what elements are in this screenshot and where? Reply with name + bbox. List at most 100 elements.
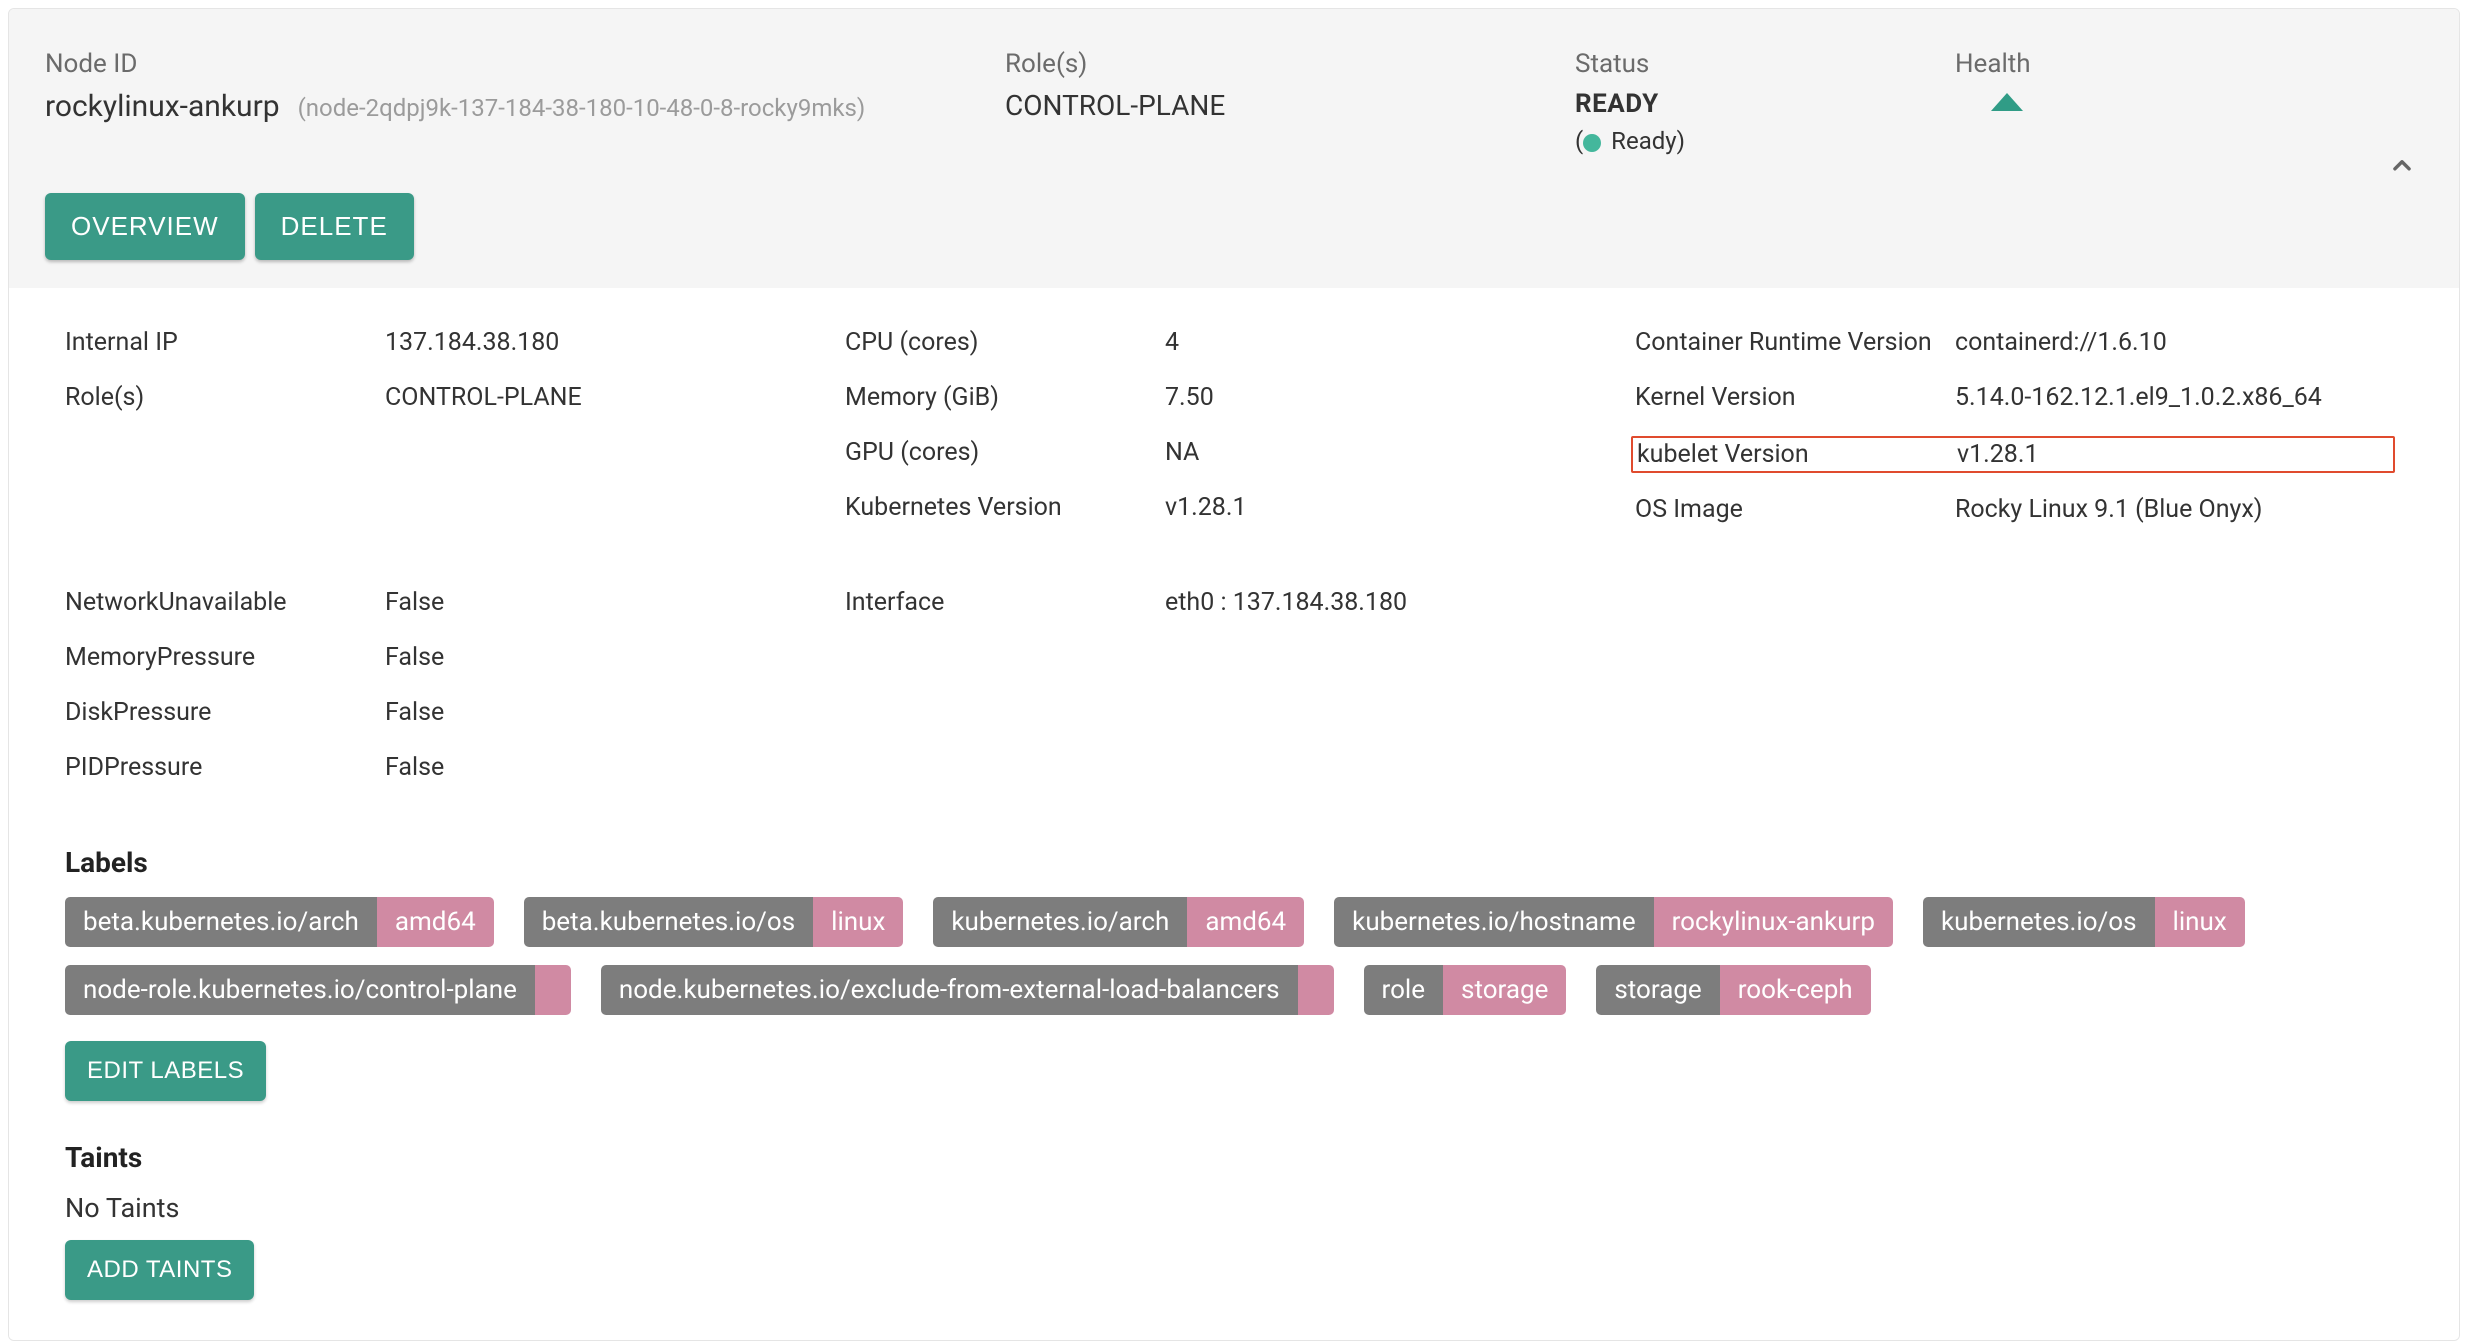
taints-title: Taints bbox=[65, 1141, 2403, 1174]
kv-row: kubelet Versionv1.28.1 bbox=[1631, 436, 2395, 473]
conditions-col-3 bbox=[1635, 588, 2395, 808]
label-chip-value bbox=[535, 965, 571, 1015]
kv-row: Container Runtime Versioncontainerd://1.… bbox=[1635, 328, 2395, 357]
kv-key: Container Runtime Version bbox=[1635, 328, 1955, 357]
collapse-toggle[interactable] bbox=[2385, 149, 2419, 187]
label-chip-key: node.kubernetes.io/exclude-from-external… bbox=[601, 965, 1298, 1015]
roles-value: CONTROL-PLANE bbox=[1005, 89, 1575, 122]
label-chip-key: beta.kubernetes.io/os bbox=[524, 897, 813, 947]
kv-row: OS ImageRocky Linux 9.1 (Blue Onyx) bbox=[1635, 495, 2395, 524]
info-col-1: Internal IP137.184.38.180 Role(s)CONTROL-… bbox=[65, 328, 845, 550]
kv-value: 4 bbox=[1165, 328, 1179, 357]
health-label: Health bbox=[1955, 49, 2275, 79]
kv-value: False bbox=[385, 588, 444, 617]
kv-row: Memory (GiB)7.50 bbox=[845, 383, 1635, 412]
kv-key: MemoryPressure bbox=[65, 643, 385, 672]
header-health-col: Health bbox=[1955, 49, 2275, 155]
kv-value: Rocky Linux 9.1 (Blue Onyx) bbox=[1955, 495, 2262, 524]
label-chip[interactable]: storagerook-ceph bbox=[1596, 965, 1870, 1015]
kv-key: Role(s) bbox=[65, 383, 385, 412]
kv-key: Kernel Version bbox=[1635, 383, 1955, 412]
status-chip: ( Ready) bbox=[1575, 127, 1955, 155]
label-chip[interactable]: beta.kubernetes.io/archamd64 bbox=[65, 897, 494, 947]
info-col-2: CPU (cores)4Memory (GiB)7.50GPU (cores)N… bbox=[845, 328, 1635, 550]
kv-value: 137.184.38.180 bbox=[385, 328, 559, 357]
no-taints-text: No Taints bbox=[65, 1192, 2403, 1224]
label-chip[interactable]: rolestorage bbox=[1364, 965, 1567, 1015]
kv-row: Role(s)CONTROL-PLANE bbox=[65, 383, 845, 412]
label-chip[interactable]: kubernetes.io/hostnamerockylinux-ankurp bbox=[1334, 897, 1893, 947]
kv-key: kubelet Version bbox=[1637, 440, 1957, 469]
kv-value: containerd://1.6.10 bbox=[1955, 328, 2167, 357]
label-chip-key: kubernetes.io/os bbox=[1923, 897, 2155, 947]
header-roles-col: Role(s) CONTROL-PLANE bbox=[1005, 49, 1575, 155]
kv-key: Memory (GiB) bbox=[845, 383, 1165, 412]
add-taints-button[interactable]: ADD TAINTS bbox=[65, 1240, 254, 1300]
kv-value: 5.14.0-162.12.1.el9_1.0.2.x86_64 bbox=[1955, 383, 2322, 412]
kv-value: 7.50 bbox=[1165, 383, 1214, 412]
kv-row: PIDPressureFalse bbox=[65, 753, 845, 782]
kv-value: False bbox=[385, 643, 444, 672]
node-name: rockylinux-ankurp bbox=[45, 89, 280, 124]
kv-key: Interface bbox=[845, 588, 1165, 617]
label-chip-key: kubernetes.io/arch bbox=[933, 897, 1187, 947]
kv-key: Internal IP bbox=[65, 328, 385, 357]
kv-value: v1.28.1 bbox=[1957, 440, 2039, 469]
kv-row: GPU (cores)NA bbox=[845, 438, 1635, 467]
label-chip[interactable]: node-role.kubernetes.io/control-plane bbox=[65, 965, 571, 1015]
label-chip[interactable]: kubernetes.io/oslinux bbox=[1923, 897, 2245, 947]
kv-row: Kubernetes Versionv1.28.1 bbox=[845, 493, 1635, 522]
kv-value: NA bbox=[1165, 438, 1199, 467]
kv-key: DiskPressure bbox=[65, 698, 385, 727]
node-id-label: Node ID bbox=[45, 49, 1005, 79]
header-row: Node ID rockylinux-ankurp (node-2qdpj9k-… bbox=[45, 49, 2423, 155]
label-chip[interactable]: kubernetes.io/archamd64 bbox=[933, 897, 1304, 947]
label-chip-value: amd64 bbox=[377, 897, 494, 947]
body-panel: Internal IP137.184.38.180 Role(s)CONTROL-… bbox=[9, 288, 2459, 1340]
header-buttons: OVERVIEW DELETE bbox=[45, 193, 2423, 260]
health-up-icon bbox=[1991, 93, 2023, 111]
labels-chips: beta.kubernetes.io/archamd64beta.kuberne… bbox=[65, 897, 2403, 1015]
labels-section: Labels beta.kubernetes.io/archamd64beta.… bbox=[65, 846, 2403, 1101]
delete-button[interactable]: DELETE bbox=[255, 193, 414, 260]
node-sub-id: (node-2qdpj9k-137-184-38-180-10-48-0-8-r… bbox=[298, 94, 866, 122]
label-chip-value: linux bbox=[813, 897, 903, 947]
kv-row: DiskPressureFalse bbox=[65, 698, 845, 727]
label-chip-key: beta.kubernetes.io/arch bbox=[65, 897, 377, 947]
kv-key: GPU (cores) bbox=[845, 438, 1165, 467]
header-panel: Node ID rockylinux-ankurp (node-2qdpj9k-… bbox=[9, 9, 2459, 288]
conditions-row: NetworkUnavailableFalseMemoryPressureFal… bbox=[65, 588, 2403, 808]
label-chip-key: node-role.kubernetes.io/control-plane bbox=[65, 965, 535, 1015]
kv-key: PIDPressure bbox=[65, 753, 385, 782]
status-label: Status bbox=[1575, 49, 1955, 79]
kv-value: eth0 : 137.184.38.180 bbox=[1165, 588, 1407, 617]
label-chip-value: storage bbox=[1443, 965, 1566, 1015]
label-chip-value: amd64 bbox=[1187, 897, 1304, 947]
kv-row: Internal IP137.184.38.180 bbox=[65, 328, 845, 357]
label-chip[interactable]: beta.kubernetes.io/oslinux bbox=[524, 897, 904, 947]
label-chip[interactable]: node.kubernetes.io/exclude-from-external… bbox=[601, 965, 1334, 1015]
label-chip-value: rockylinux-ankurp bbox=[1654, 897, 1893, 947]
kv-value: False bbox=[385, 753, 444, 782]
status-chip-text: Ready bbox=[1611, 127, 1676, 155]
label-chip-key: storage bbox=[1596, 965, 1719, 1015]
roles-label: Role(s) bbox=[1005, 49, 1575, 79]
overview-button[interactable]: OVERVIEW bbox=[45, 193, 245, 260]
node-card: Node ID rockylinux-ankurp (node-2qdpj9k-… bbox=[8, 8, 2460, 1341]
label-chip-key: role bbox=[1364, 965, 1444, 1015]
edit-labels-button[interactable]: EDIT LABELS bbox=[65, 1041, 266, 1101]
kv-value: v1.28.1 bbox=[1165, 493, 1247, 522]
kv-row: Interfaceeth0 : 137.184.38.180 bbox=[845, 588, 1635, 617]
kv-key: CPU (cores) bbox=[845, 328, 1165, 357]
kv-row: MemoryPressureFalse bbox=[65, 643, 845, 672]
status-value: READY bbox=[1575, 89, 1955, 119]
labels-title: Labels bbox=[65, 846, 2403, 879]
kv-row: NetworkUnavailableFalse bbox=[65, 588, 845, 617]
kv-key: NetworkUnavailable bbox=[65, 588, 385, 617]
header-status-col: Status READY ( Ready) bbox=[1575, 49, 1955, 155]
status-dot-icon bbox=[1583, 134, 1601, 152]
kv-row: CPU (cores)4 bbox=[845, 328, 1635, 357]
info-row-1: Internal IP137.184.38.180 Role(s)CONTROL-… bbox=[65, 328, 2403, 550]
label-chip-value bbox=[1298, 965, 1334, 1015]
label-chip-key: kubernetes.io/hostname bbox=[1334, 897, 1653, 947]
